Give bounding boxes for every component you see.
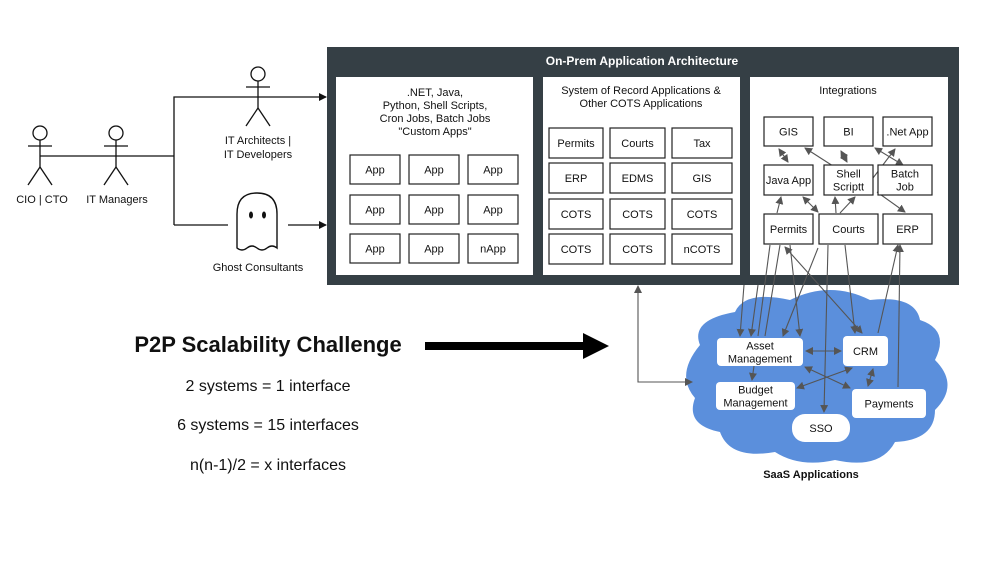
saas-budget-management: BudgetManagement (716, 382, 795, 410)
saas-payments-label: Payments (865, 399, 914, 411)
custom-apps-title-line: Cron Jobs, Batch Jobs (380, 113, 491, 125)
sor-app-box-label: GIS (693, 173, 712, 185)
sor-app-box-label: COTS (622, 209, 653, 221)
sor-app-box: COTS (548, 198, 604, 230)
custom-app-box-label: App (365, 165, 385, 177)
sor-app-box-label: ERP (565, 173, 588, 185)
custom-app-box: App (349, 154, 401, 185)
sor-app-box-label: EDMS (622, 173, 654, 185)
sor-app-box: COTS (548, 233, 604, 265)
integration-shell-script-label: Shell (836, 169, 860, 181)
integration-permits-label: Permits (770, 224, 808, 236)
sor-app-box: GIS (671, 162, 733, 194)
saas-crm: CRM (843, 336, 888, 366)
sor-app-box-label: COTS (622, 244, 653, 256)
integration-shell-script: ShellScriptt (823, 164, 874, 196)
custom-app-box-label: App (424, 205, 444, 217)
saas-sso-label: SSO (809, 423, 833, 435)
custom-apps-title-line: Python, Shell Scripts, (383, 100, 488, 112)
sor-app-box-label: Courts (621, 138, 654, 150)
custom-app-box-label: App (483, 205, 503, 217)
integration-javaapp: Java App (763, 164, 814, 196)
integration-netapp: .Net App (882, 116, 933, 147)
sor-app-box: ERP (548, 162, 604, 194)
custom-app-box: App (349, 233, 401, 264)
custom-app-box: App (467, 154, 519, 185)
sor-app-box: Permits (548, 127, 604, 159)
integration-shell-script-label: Scriptt (833, 182, 864, 194)
sor-app-box-label: COTS (687, 209, 718, 221)
integration-erp-label: ERP (896, 224, 919, 236)
challenge-line-3: n(n-1)/2 = x interfaces (190, 457, 346, 474)
challenge-line-2: 6 systems = 15 interfaces (177, 417, 359, 434)
custom-app-box: App (408, 154, 460, 185)
custom-app-box-label: App (424, 165, 444, 177)
saas-payments: Payments (852, 389, 926, 418)
actor-ghost-label: Ghost Consultants (213, 262, 304, 274)
sor-app-box: EDMS (609, 162, 666, 194)
integration-erp: ERP (882, 213, 933, 245)
saas-budget-management-label: Budget (738, 385, 773, 397)
sor-app-box-label: nCOTS (684, 244, 721, 256)
custom-app-box-label: App (483, 165, 503, 177)
actor-managers-label: IT Managers (86, 194, 148, 206)
custom-apps-title-line: .NET, Java, (407, 87, 463, 99)
custom-apps-title-line: "Custom Apps" (398, 126, 471, 138)
integration-gis: GIS (763, 116, 814, 147)
saas-crm-label: CRM (853, 346, 878, 358)
integration-courts-label: Courts (832, 224, 865, 236)
integration-bi-label: BI (843, 127, 853, 139)
integration-batch-job-label: Batch (891, 169, 919, 181)
custom-app-box: nApp (467, 233, 519, 264)
saas-budget-management-label: Management (723, 398, 787, 410)
saas-sso: SSO (792, 414, 850, 442)
actor-connectors (40, 93, 327, 229)
sor-app-box-label: COTS (561, 209, 592, 221)
challenge-line-1: 2 systems = 1 interface (186, 378, 351, 395)
integration-javaapp-label: Java App (766, 175, 811, 187)
custom-app-box: App (349, 194, 401, 225)
sor-app-box-label: Permits (557, 138, 595, 150)
saas-asset-management-label: Management (728, 354, 792, 366)
sor-app-box: nCOTS (671, 233, 733, 265)
onprem-title: On-Prem Application Architecture (546, 54, 739, 68)
actor-cio-label: CIO | CTO (16, 194, 68, 206)
saas-asset-management-label: Asset (746, 341, 774, 353)
sor-app-box: Tax (671, 127, 733, 159)
integration-bi: BI (823, 116, 874, 147)
saas-asset-management: AssetManagement (717, 338, 803, 366)
sor-title-line: Other COTS Applications (580, 98, 703, 110)
saas-label: SaaS Applications (763, 469, 859, 481)
integration-batch-job: BatchJob (877, 164, 933, 196)
actor-architects-label: IT Architects | (225, 135, 291, 147)
custom-app-box-label: App (365, 244, 385, 256)
integration-permits: Permits (763, 213, 814, 245)
actor-architects-label-2: IT Developers (224, 149, 293, 161)
sor-app-box: COTS (609, 233, 666, 265)
integration-courts: Courts (818, 213, 879, 245)
custom-app-box-label: App (424, 244, 444, 256)
sor-app-box-label: COTS (561, 244, 592, 256)
custom-app-box-label: App (365, 205, 385, 217)
big-arrow-icon (425, 333, 609, 359)
custom-app-box: App (467, 194, 519, 225)
sor-app-box-label: Tax (693, 138, 711, 150)
architecture-diagram: CIO | CTO IT Managers IT Architects | IT… (16, 47, 959, 481)
ghost-icon (236, 192, 278, 251)
sor-app-box: COTS (671, 198, 733, 230)
integrations-title: Integrations (819, 85, 877, 97)
integration-gis-label: GIS (779, 127, 798, 139)
integration-batch-job-label: Job (896, 182, 914, 194)
custom-app-box: App (408, 233, 460, 264)
challenge-title: P2P Scalability Challenge (134, 332, 401, 357)
custom-app-box-label: nApp (480, 244, 506, 256)
sor-app-box: Courts (609, 127, 666, 159)
integration-netapp-label: .Net App (886, 127, 928, 139)
sor-app-box: COTS (609, 198, 666, 230)
custom-app-box: App (408, 194, 460, 225)
sor-title-line: System of Record Applications & (561, 85, 721, 97)
